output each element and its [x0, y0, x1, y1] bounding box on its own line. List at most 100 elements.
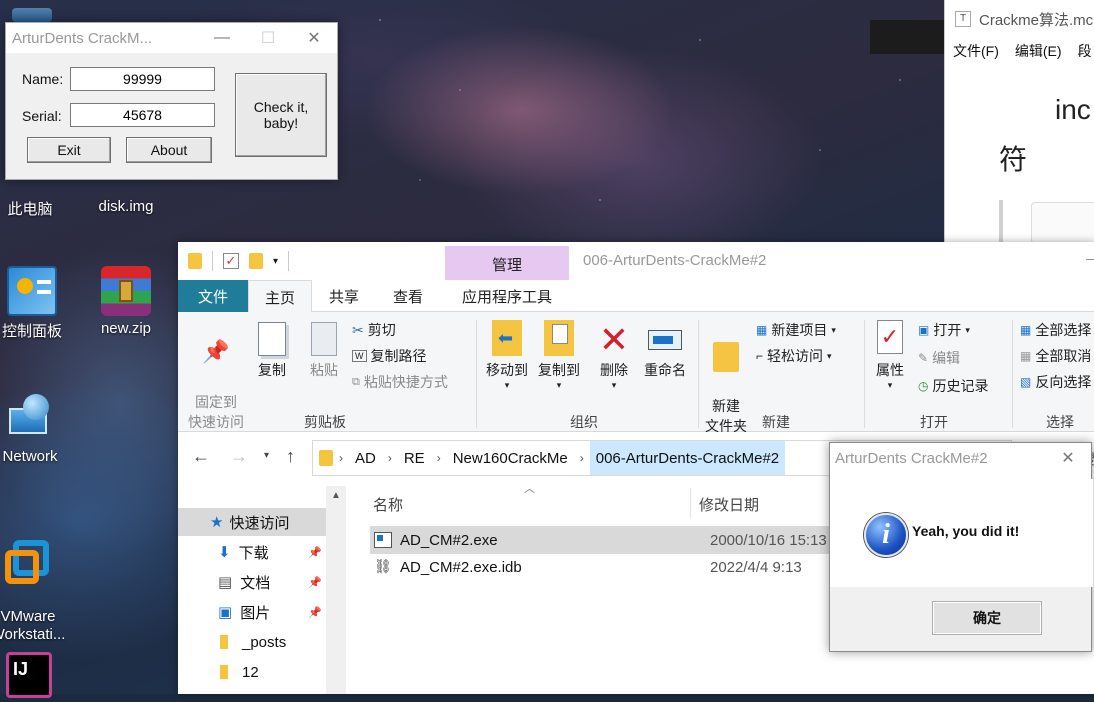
open-button[interactable]: ▣ 打开 ▾	[918, 320, 970, 340]
message-box-dialog[interactable]: ArturDents CrackMe#2 ✕ i Yeah, you did i…	[829, 442, 1093, 652]
history-button[interactable]: ◷ 历史记录	[918, 376, 988, 396]
new-item-button[interactable]: ▦ 新建项目 ▾	[756, 320, 836, 340]
close-button[interactable]: ✕	[1045, 443, 1091, 473]
rename-button[interactable]: 重命名	[640, 320, 690, 380]
rename-icon	[648, 330, 682, 350]
column-divider[interactable]	[690, 488, 691, 518]
notepad-textbox[interactable]	[1031, 202, 1094, 244]
delete-button[interactable]: ✕ 删除 ▾	[594, 320, 634, 391]
properties-icon: ✓	[877, 320, 903, 354]
breadcrumb-separator[interactable]: ›	[431, 451, 447, 465]
breadcrumb-current[interactable]: 006-ArturDents-CrackMe#2	[589, 441, 786, 475]
copy-button[interactable]: 复制	[252, 322, 292, 380]
pin-icon: 📌	[308, 546, 322, 559]
tab-view[interactable]: 查看	[376, 280, 440, 312]
notepad-titlebar[interactable]: T Crackme算法.mc	[945, 0, 1094, 38]
new-folder-icon	[713, 342, 739, 372]
new-folder-label: 新建 文件夹	[705, 398, 747, 434]
column-header-name[interactable]: 名称	[373, 494, 403, 515]
back-arrow-icon[interactable]: ←	[192, 446, 210, 467]
forward-arrow-icon[interactable]: →	[230, 446, 248, 467]
crackme-window[interactable]: ArturDents CrackM... — ☐ ✕ Name: Serial:…	[5, 22, 338, 180]
breadcrumb-item[interactable]: New160CrackMe	[447, 450, 574, 467]
breadcrumb-item[interactable]: RE	[398, 450, 431, 467]
invert-selection-button[interactable]: ▧ 反向选择	[1020, 372, 1091, 392]
pin-to-quick-access-button[interactable]: 📌 固定到 快速访问	[186, 322, 246, 432]
cut-button[interactable]: ✂ 剪切	[352, 320, 396, 340]
nav-label: 12	[242, 663, 259, 681]
menu-edit[interactable]: 编辑(E)	[1015, 41, 1062, 61]
move-to-button[interactable]: ⬅ 移动到 ▾	[482, 320, 532, 391]
new-folder-button[interactable]: 新建 文件夹	[702, 322, 750, 436]
copy-path-icon: W	[352, 350, 367, 362]
properties-button[interactable]: ✓ 属性 ▾	[868, 320, 912, 391]
select-all-button[interactable]: ▦ 全部选择	[1020, 320, 1091, 340]
nav-pictures[interactable]: ▣ 图片 📌	[178, 598, 326, 626]
nav-downloads[interactable]: ⬇ 下载 📌	[178, 538, 326, 566]
name-input[interactable]	[70, 67, 215, 91]
notepad-window[interactable]: T Crackme算法.mc 文件(F) 编辑(E) 段 inc 符	[944, 0, 1094, 244]
file-row[interactable]: ⛓ AD_CM#2.exe.idb 2022/4/4 9:13	[370, 553, 840, 581]
group-separator	[698, 320, 699, 428]
paste-button[interactable]: 粘贴	[304, 322, 344, 380]
desktop-icon-network[interactable]: Network	[0, 394, 70, 465]
recent-locations-chevron-icon[interactable]: ▾	[264, 450, 269, 461]
desktop-icon-intellij[interactable]: IJ	[0, 652, 68, 702]
select-none-button[interactable]: ▦ 全部取消	[1020, 346, 1091, 366]
checkbox-properties-icon[interactable]: ✓	[223, 253, 239, 269]
edit-button[interactable]: ✎ 编辑	[918, 348, 960, 368]
nav-folder-12[interactable]: 12	[178, 658, 326, 686]
desktop-icon-disk-img[interactable]: disk.img	[86, 198, 166, 215]
check-it-button[interactable]: Check it, baby!	[235, 73, 327, 157]
column-header-date[interactable]: 修改日期	[699, 494, 759, 515]
menu-file[interactable]: 文件(F)	[953, 41, 999, 61]
paste-shortcut-button[interactable]: ⧉ 粘贴快捷方式	[352, 372, 448, 392]
sort-up-icon: ︿	[524, 483, 535, 495]
notepad-title: Crackme算法.mc	[979, 11, 1094, 29]
tab-share[interactable]: 共享	[312, 280, 376, 312]
minimize-button[interactable]: —	[199, 23, 245, 53]
close-button[interactable]: ✕	[291, 23, 337, 53]
network-icon	[5, 394, 55, 444]
breadcrumb-separator[interactable]: ›	[382, 451, 398, 465]
minimize-button[interactable]: —	[1086, 250, 1094, 266]
tab-home[interactable]: 主页	[248, 280, 312, 313]
nav-quick-access[interactable]: ★ 快速访问	[178, 508, 326, 536]
serial-input[interactable]	[70, 103, 215, 127]
desktop-icon-vmware[interactable]: VMware Workstati...	[0, 518, 68, 644]
customize-toolbar-icon[interactable]: ▾	[273, 256, 278, 267]
new-folder-icon[interactable]	[249, 253, 263, 269]
pin-icon: 📌	[308, 606, 322, 619]
scroll-up-icon[interactable]: ▲	[331, 490, 341, 501]
copy-path-button[interactable]: W 复制路径	[352, 346, 427, 366]
desktop-icon-control-panel[interactable]: 控制面板	[0, 266, 72, 341]
easy-access-button[interactable]: ⌐ 轻松访问 ▾	[756, 346, 832, 366]
ok-button[interactable]: 确定	[932, 601, 1042, 635]
file-row[interactable]: AD_CM#2.exe 2000/10/16 15:13	[370, 526, 840, 554]
notepad-menubar: 文件(F) 编辑(E) 段	[945, 38, 1094, 64]
desktop-icon-this-pc-label[interactable]: 此电脑	[0, 198, 70, 219]
breadcrumb-item[interactable]: AD	[349, 450, 382, 467]
breadcrumb-separator[interactable]: ›	[333, 451, 349, 465]
folder-icon[interactable]	[188, 253, 202, 269]
document-icon: ▤	[218, 574, 233, 591]
crackme-titlebar[interactable]: ArturDents CrackM... — ☐ ✕	[6, 23, 337, 53]
tab-manage[interactable]: 管理	[445, 246, 569, 282]
navigation-scrollbar[interactable]: ▲	[326, 486, 346, 694]
nav-documents[interactable]: ▤ 文档 📌	[178, 568, 326, 596]
menu-format[interactable]: 段	[1078, 41, 1092, 61]
folder-icon	[220, 665, 228, 679]
message-box-titlebar[interactable]: ArturDents CrackMe#2 ✕	[830, 443, 1091, 473]
ribbon-home: 📌 固定到 快速访问 复制 粘贴 ✂ 剪切 W 复制路径 ⧉ 粘贴快捷方式 剪贴…	[178, 312, 1094, 434]
up-arrow-icon[interactable]: ↑	[286, 446, 295, 467]
tab-application-tools[interactable]: 应用程序工具	[445, 280, 569, 312]
copy-to-button[interactable]: 复制到 ▾	[534, 320, 584, 391]
exit-button[interactable]: Exit	[27, 137, 111, 163]
maximize-button[interactable]: ☐	[245, 23, 291, 53]
nav-folder-posts[interactable]: _posts	[178, 628, 326, 656]
tab-file[interactable]: 文件	[178, 280, 248, 312]
desktop-icon-new-zip[interactable]: new.zip	[86, 266, 166, 337]
breadcrumb-separator[interactable]: ›	[574, 451, 590, 465]
about-button[interactable]: About	[126, 137, 212, 163]
nav-label: _posts	[242, 633, 287, 651]
